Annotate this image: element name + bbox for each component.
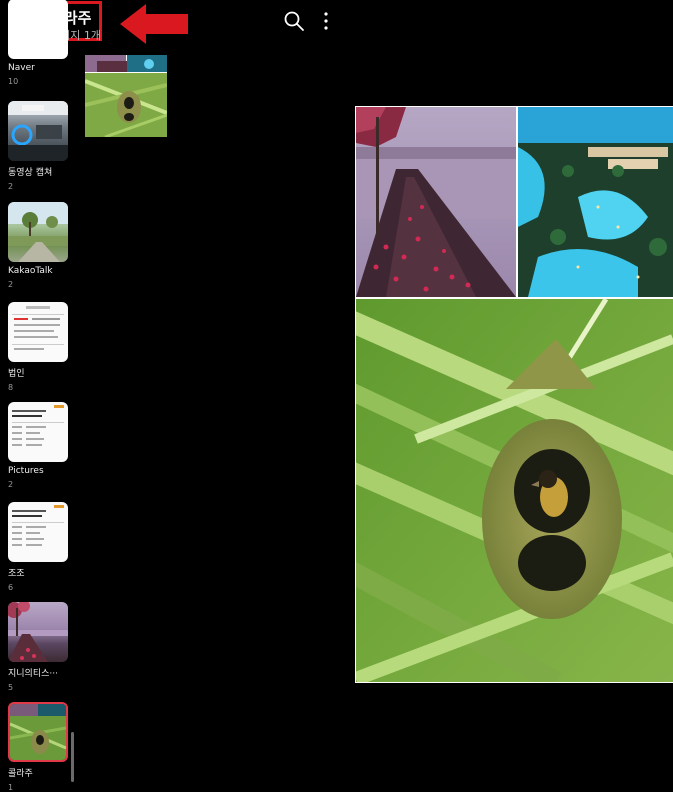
collage-image-thumbnail[interactable] — [85, 55, 167, 137]
album-name: Naver — [8, 63, 35, 73]
album-thumbnail — [8, 0, 68, 59]
album-name: KakaoTalk — [8, 266, 53, 276]
album-name: 콜라주 — [8, 769, 33, 779]
thumbnail-art — [8, 101, 68, 161]
lake-dock-image — [356, 107, 516, 297]
album-item-kakaotalk[interactable]: KakaoTalk 2 — [8, 202, 70, 289]
album-count: 8 — [8, 383, 14, 392]
more-vertical-icon — [324, 12, 328, 30]
album-name: 동영상 캡쳐 — [8, 168, 53, 178]
album-list: Naver 10 동영상 캡쳐 2 KakaoTalk 2 법인 8 Pictu… — [0, 0, 80, 792]
album-name: 법인 — [8, 369, 25, 379]
thumbnail-art — [85, 55, 167, 137]
album-list-scrollbar[interactable] — [71, 732, 74, 782]
album-count: 10 — [8, 77, 19, 86]
album-item-collage[interactable]: 콜라주 1 — [8, 702, 70, 792]
album-count: 2 — [8, 480, 14, 489]
more-options-button[interactable] — [318, 10, 334, 32]
bird-nest-image — [356, 299, 673, 682]
search-icon — [284, 11, 304, 31]
album-count: 2 — [8, 182, 14, 191]
album-item-video-capture[interactable]: 동영상 캡쳐 2 — [8, 101, 70, 191]
thumbnail-art — [12, 505, 64, 546]
album-thumbnail — [8, 402, 68, 462]
album-thumbnail — [8, 302, 68, 362]
album-thumbnail — [8, 101, 68, 161]
thumbnail-art — [8, 202, 68, 262]
album-thumbnail — [8, 602, 68, 662]
thumbnail-art — [8, 602, 68, 662]
search-button[interactable] — [283, 10, 305, 32]
album-count: 2 — [8, 280, 14, 289]
album-item-pictures[interactable]: Pictures 2 — [8, 402, 70, 489]
album-name: 조조 — [8, 569, 25, 579]
collage-cell-bird-nest — [356, 299, 673, 682]
album-thumbnail — [8, 502, 68, 562]
collage-preview[interactable] — [355, 106, 673, 683]
album-name: 지니의티스··· — [8, 669, 58, 679]
album-item-naver[interactable]: Naver 10 — [8, 0, 70, 86]
thumbnail-art — [10, 704, 66, 760]
resort-pool-image — [518, 107, 673, 297]
annotation-arrow-icon — [120, 4, 188, 44]
album-thumbnail — [8, 702, 68, 762]
album-item-jini[interactable]: 지니의티스··· 5 — [8, 602, 70, 692]
collage-cell-resort — [518, 107, 673, 297]
album-name: Pictures — [8, 466, 44, 476]
album-count: 5 — [8, 683, 14, 692]
album-count: 1 — [8, 783, 14, 792]
album-thumbnail — [8, 202, 68, 262]
collage-cell-lake — [356, 107, 516, 297]
album-item-jojo[interactable]: 조조 6 — [8, 502, 70, 592]
thumbnail-art — [12, 405, 64, 446]
album-item-corporation[interactable]: 법인 8 — [8, 302, 70, 392]
top-app-bar: 콜라주 이미지 1개 — [0, 0, 673, 46]
thumbnail-art — [12, 306, 64, 350]
album-count: 6 — [8, 583, 14, 592]
